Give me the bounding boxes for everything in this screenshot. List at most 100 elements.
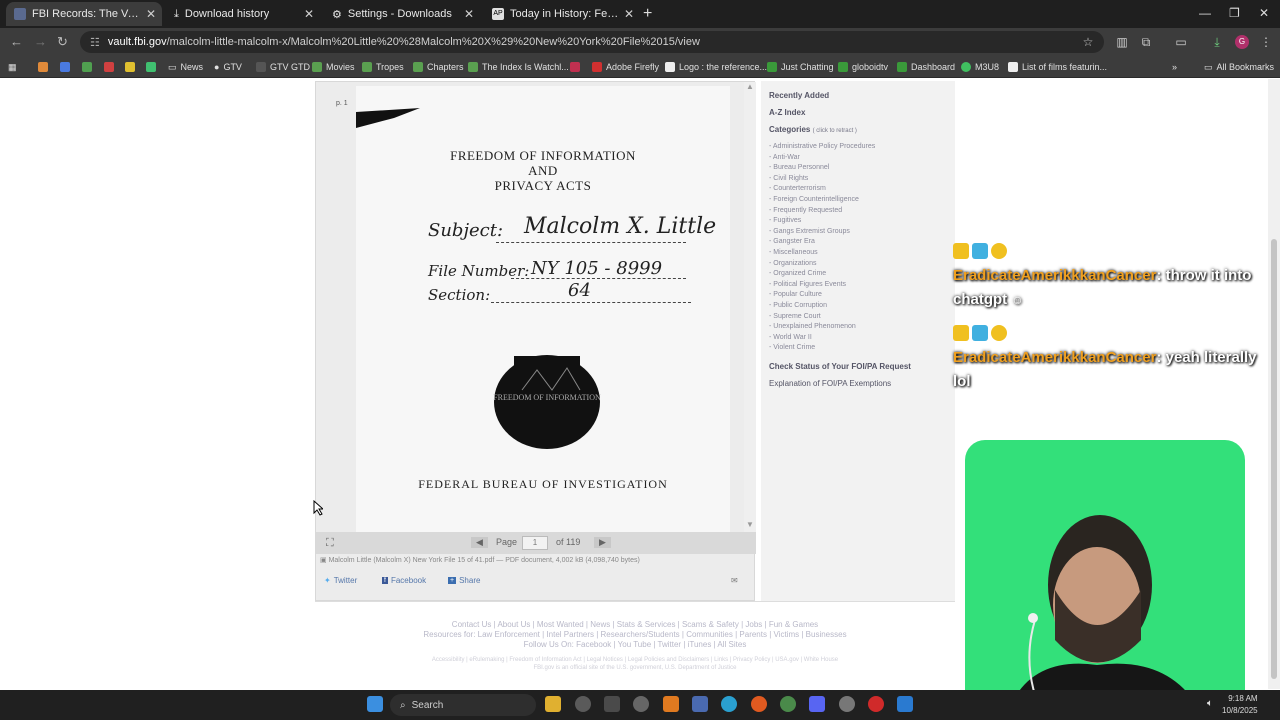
twitter-share-link[interactable]: ✦ Twitter (324, 576, 357, 585)
category-link[interactable]: - Organized Crime (769, 270, 826, 277)
tab-download-history[interactable]: ⤓ Download history ✕ (166, 2, 320, 26)
category-link[interactable]: - Political Figures Events (769, 281, 846, 288)
downloads-icon[interactable]: ⤓ (1210, 35, 1224, 49)
bookmark-tropes[interactable]: Tropes (362, 60, 404, 74)
tab-today-in-history[interactable]: AP Today in History: February 21, M ✕ (484, 2, 640, 26)
bookmark-item[interactable] (38, 60, 48, 74)
category-link[interactable]: - Gangs Extremist Groups (769, 228, 850, 235)
taskbar-app-icon[interactable] (633, 696, 649, 712)
chrome-icon[interactable] (780, 696, 796, 712)
bookmark-logo-reference[interactable]: Logo : the reference... (665, 60, 767, 74)
bookmark-chapters[interactable]: Chapters (413, 60, 464, 74)
taskbar-app-icon[interactable] (868, 696, 884, 712)
bookmark-star-icon[interactable]: ☆ (1081, 35, 1095, 49)
bookmark-adobe-firefly[interactable]: Adobe Firefly (592, 60, 659, 74)
category-link[interactable]: - Public Corruption (769, 302, 827, 309)
bookmark-item[interactable] (60, 60, 70, 74)
taskbar-clock[interactable]: 9:18 AM 10/8/2025 (1222, 693, 1258, 717)
az-index-link[interactable]: A-Z Index (769, 108, 805, 117)
taskbar-app-icon[interactable] (692, 696, 708, 712)
menu-kebab-icon[interactable]: ⋮ (1259, 35, 1273, 49)
firefox-icon[interactable] (751, 696, 767, 712)
bookmark-index[interactable]: The Index Is Watchl... (468, 60, 569, 74)
window-close-icon[interactable]: ✕ (1259, 6, 1269, 20)
taskbar-app-icon[interactable] (604, 696, 620, 712)
close-tab-icon[interactable]: ✕ (304, 7, 314, 21)
footer-links-legal[interactable]: Accessibility | eRulemaking | Freedom of… (315, 657, 955, 663)
close-tab-icon[interactable]: ✕ (146, 7, 156, 21)
fullscreen-icon[interactable]: ⛶ (326, 537, 334, 550)
category-link[interactable]: - Bureau Personnel (769, 164, 829, 171)
profile-avatar[interactable]: G (1235, 35, 1249, 49)
facebook-share-link[interactable]: f Facebook (382, 576, 426, 585)
bookmark-list-of-films[interactable]: List of films featurin... (1008, 60, 1107, 74)
all-bookmarks[interactable]: ▭ All Bookmarks (1204, 60, 1274, 74)
bookmark-gtv-gtd[interactable]: GTV GTD (256, 60, 310, 74)
taskbar-search[interactable]: ⌕ Search (390, 694, 536, 716)
bookmark-m3u8[interactable]: M3U8 (961, 60, 999, 74)
new-tab-plus-icon[interactable]: + (643, 5, 652, 23)
footer-links-primary[interactable]: Contact Us | About Us | Most Wanted | Ne… (315, 620, 955, 629)
tab-fbi-vault[interactable]: FBI Records: The Vault — Malco ✕ (6, 2, 162, 26)
category-link[interactable]: - Organizations (769, 260, 816, 267)
bookmarks-overflow-icon[interactable]: » (1172, 60, 1177, 74)
categories-heading[interactable]: Categories ( click to retract ) (769, 125, 857, 134)
bookmark-item[interactable] (570, 60, 580, 74)
check-status-link[interactable]: Check Status of Your FOI/PA Request (769, 362, 911, 371)
bookmark-movies[interactable]: Movies (312, 60, 355, 74)
volume-icon[interactable]: 🔈︎ (1207, 698, 1219, 710)
bookmark-item[interactable] (82, 60, 92, 74)
screen-cast-icon[interactable]: ▭ (1174, 35, 1188, 49)
taskbar-app-icon[interactable] (575, 696, 591, 712)
bookmark-gtv[interactable]: ● GTV (214, 60, 242, 74)
minimize-icon[interactable]: — (1199, 6, 1211, 20)
bookmark-item[interactable] (104, 60, 114, 74)
apps-grid-icon[interactable]: ▦ (8, 60, 17, 74)
edge-icon[interactable] (721, 696, 737, 712)
page-scrollbar[interactable] (1268, 79, 1280, 689)
file-info[interactable]: ▣ Malcolm Little (Malcolm X) New York Fi… (320, 556, 640, 564)
close-tab-icon[interactable]: ✕ (624, 7, 634, 21)
category-link[interactable]: - Frequently Requested (769, 207, 842, 214)
category-link[interactable]: - Civil Rights (769, 175, 808, 182)
address-bar[interactable]: ☷ vault.fbi.gov/malcolm-little-malcolm-x… (80, 31, 1104, 53)
bookmark-dashboard[interactable]: Dashboard (897, 60, 955, 74)
category-link[interactable]: - Violent Crime (769, 344, 815, 351)
extensions-icon[interactable]: ⧉ (1139, 35, 1153, 49)
viewer-scrollbar[interactable]: ▲ ▼ (744, 82, 756, 532)
page-scrollbar-thumb[interactable] (1271, 239, 1277, 679)
category-link[interactable]: - Administrative Policy Procedures (769, 143, 875, 150)
category-link[interactable]: - Fugitives (769, 217, 801, 224)
bookmark-globoidtv[interactable]: globoidtv (838, 60, 888, 74)
category-link[interactable]: - World War II (769, 334, 812, 341)
bookmark-item[interactable] (146, 60, 156, 74)
category-link[interactable]: - Gangster Era (769, 238, 815, 245)
close-tab-icon[interactable]: ✕ (464, 7, 474, 21)
page-number-input[interactable]: 1 (522, 536, 548, 550)
category-link[interactable]: - Popular Culture (769, 291, 822, 298)
exemptions-link[interactable]: Explanation of FOI/PA Exemptions (769, 379, 891, 388)
category-link[interactable]: - Foreign Counterintelligence (769, 196, 859, 203)
site-info-icon[interactable]: ☷ (90, 36, 100, 49)
category-link[interactable]: - Miscellaneous (769, 249, 818, 256)
reading-list-icon[interactable]: ▥ (1115, 35, 1129, 49)
vlc-icon[interactable] (663, 696, 679, 712)
footer-links-social[interactable]: Follow Us On: Facebook | You Tube | Twit… (315, 640, 955, 649)
back-arrow-icon[interactable]: ← (10, 34, 23, 49)
footer-links-resources[interactable]: Resources for: Law Enforcement | Intel P… (315, 630, 955, 639)
recently-added-link[interactable]: Recently Added (769, 91, 829, 100)
forward-arrow-icon[interactable]: → (34, 34, 47, 49)
file-explorer-icon[interactable] (545, 696, 561, 712)
category-link[interactable]: - Counterterrorism (769, 185, 826, 192)
share-link[interactable]: + Share (448, 576, 480, 585)
email-link[interactable]: ✉ (731, 576, 738, 585)
bookmark-item[interactable] (125, 60, 135, 74)
restore-icon[interactable]: ❐ (1229, 6, 1240, 20)
scroll-down-icon[interactable]: ▼ (746, 520, 754, 529)
bookmark-just-chatting[interactable]: Just Chatting (767, 60, 834, 74)
reload-icon[interactable]: ↻ (57, 34, 68, 50)
next-page-icon[interactable]: ▶ (594, 537, 611, 548)
vscode-icon[interactable] (897, 696, 913, 712)
category-link[interactable]: - Unexplained Phenomenon (769, 323, 856, 330)
bookmark-news[interactable]: ▭ News (168, 60, 203, 74)
